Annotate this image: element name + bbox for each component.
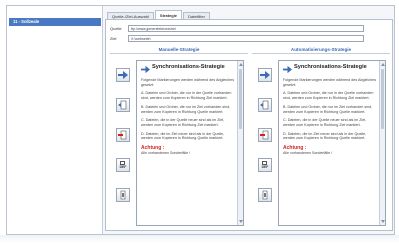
sidebar: 11 - Sollzeale	[7, 6, 103, 234]
arrow-right-button[interactable]	[258, 68, 272, 82]
manual-info-para-c: C. Dateien, die in der Quelle neuer sind…	[141, 118, 225, 127]
arrow-right-icon	[260, 71, 270, 79]
manual-info-scrollbar[interactable]	[237, 61, 243, 225]
copy-to-target-button[interactable]	[116, 98, 130, 112]
automation-strategy-info: Synchronisations-Strategie Folgende Mark…	[278, 60, 386, 226]
automation-info-heading: Synchronisations-Strategie	[283, 64, 379, 74]
default-label: DEF	[261, 165, 269, 169]
target-label: Ziel	[110, 35, 117, 41]
copy-to-source-icon	[260, 130, 269, 140]
app-window: 11 - Sollzeale Quelle-/Ziel-Auswahl Stra…	[6, 5, 395, 235]
manual-info-heading: Synchronisations-Strategie	[141, 64, 237, 74]
default-icon: DEF	[261, 161, 269, 169]
source-label: Quelle	[110, 25, 122, 31]
manual-info-content: Synchronisations-Strategie Folgende Mark…	[141, 64, 237, 156]
default-icon: DEF	[119, 161, 127, 169]
arrow-right-button[interactable]	[116, 68, 130, 82]
automation-info-para-a: A. Dateien und Ordner, die nur in der Qu…	[283, 91, 374, 101]
copy-to-source-button[interactable]	[116, 128, 130, 142]
arrow-right-icon	[283, 65, 292, 74]
arrow-right-icon	[118, 71, 128, 79]
arrow-right-icon	[141, 65, 150, 74]
manual-info-intro: Folgende Markierungen werden während des…	[141, 78, 235, 87]
automation-info-para-d: D. Dateien, die im Ziel neuer sind als i…	[283, 131, 367, 141]
target-field[interactable]: X:\webseite\	[128, 34, 364, 42]
manual-info-para-a: A. Dateien und Ordner, die nur in der Qu…	[141, 91, 232, 101]
automation-info-intro: Folgende Markierungen werden während des…	[283, 78, 377, 87]
automation-info-para-b: B. Dateien und Ordner, die nur im Ziel v…	[283, 104, 373, 114]
scroll-thumb[interactable]	[381, 69, 384, 129]
automation-strategy-buttons: DEF	[258, 60, 274, 226]
manual-strategy-info: Synchronisations-Strategie Folgende Mark…	[136, 60, 244, 226]
automation-info-content: Synchronisations-Strategie Folgende Mark…	[283, 64, 379, 156]
automation-strategy-section: Automatisierungs-Strategie DEF Synchroni…	[252, 46, 390, 228]
automation-strategy-title: Automatisierungs-Strategie	[252, 46, 390, 54]
copy-to-target-button[interactable]	[258, 98, 272, 112]
strategy-panel: Quelle ftp://www.jpmerelektronishe/ Ziel…	[105, 19, 393, 231]
manual-strategy-buttons: DEF	[116, 60, 132, 226]
sidebar-item-selected[interactable]: 11 - Sollzeale	[9, 18, 101, 26]
manual-info-para-d: D. Dateien, die im Ziel neuer sind als i…	[141, 131, 225, 141]
copy-to-target-icon	[260, 100, 269, 110]
delete-button[interactable]	[258, 188, 272, 202]
manual-info-footer: Alle vorhandenen Sonderfälle /	[141, 151, 191, 156]
default-label: DEF	[119, 165, 127, 169]
source-field[interactable]: ftp://www.jpmerelektronishe/	[128, 24, 364, 32]
manual-info-para-b: B. Dateien und Ordner, die nur im Ziel v…	[141, 104, 231, 114]
scroll-up-icon[interactable]	[381, 63, 385, 66]
automation-info-scrollbar[interactable]	[379, 61, 385, 225]
copy-to-source-button[interactable]	[258, 128, 272, 142]
manual-info-heading-text: Synchronisations-Strategie	[152, 64, 225, 70]
scroll-thumb[interactable]	[239, 69, 242, 129]
copy-to-target-icon	[118, 100, 127, 110]
scroll-down-icon[interactable]	[381, 220, 385, 223]
automation-info-footer: Alle vorhandenen Sonderfälle /	[283, 151, 333, 156]
automation-info-para-c: C. Dateien, die in der Quelle neuer sind…	[283, 118, 367, 127]
default-button[interactable]: DEF	[116, 158, 130, 172]
reflection-shadow	[0, 235, 399, 243]
automation-info-heading-text: Synchronisations-Strategie	[294, 64, 367, 70]
delete-button[interactable]	[116, 188, 130, 202]
default-button[interactable]: DEF	[258, 158, 272, 172]
manual-strategy-title: Manuelle-Strategie	[110, 46, 248, 54]
scroll-down-icon[interactable]	[239, 220, 243, 223]
delete-icon	[120, 190, 126, 200]
delete-icon	[262, 190, 268, 200]
source-row: Quelle ftp://www.jpmerelektronishe/	[110, 24, 364, 32]
manual-strategy-section: Manuelle-Strategie DEF Synchronisations-…	[110, 46, 248, 228]
copy-to-source-icon	[118, 130, 127, 140]
scroll-up-icon[interactable]	[239, 63, 243, 66]
target-row: Ziel X:\webseite\	[110, 34, 364, 42]
